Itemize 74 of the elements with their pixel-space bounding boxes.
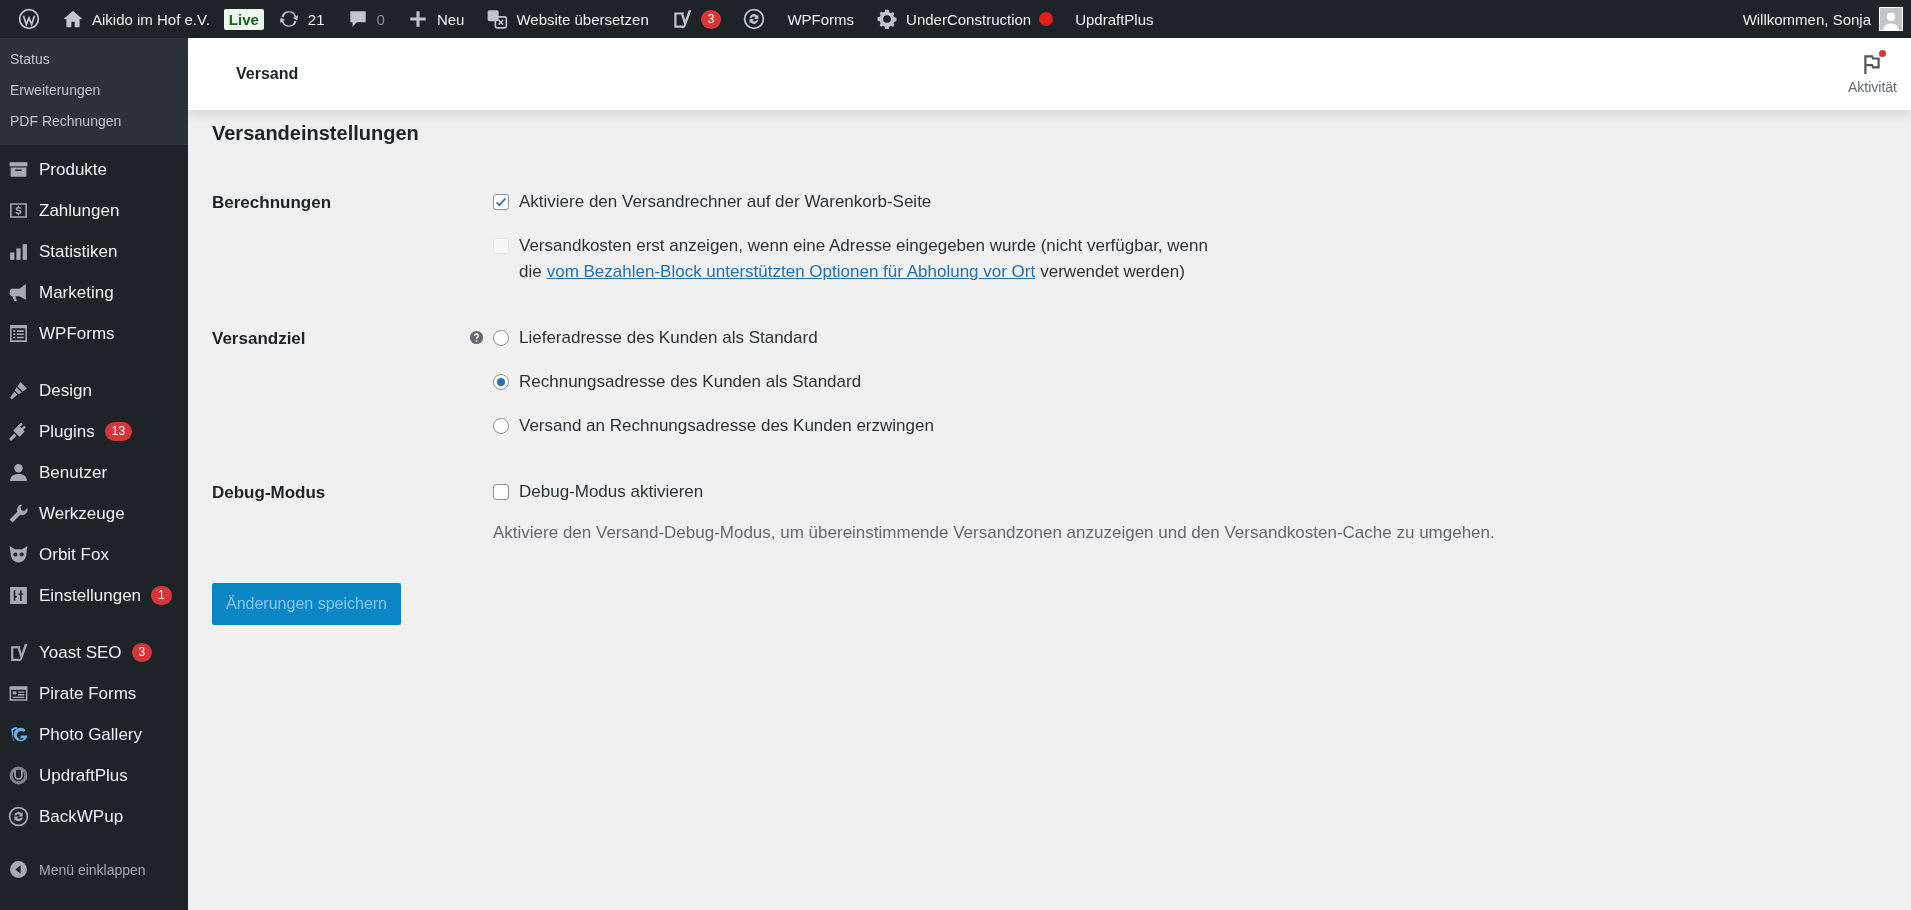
brush-icon	[8, 380, 29, 401]
menu-item[interactable]: WPForms	[0, 313, 188, 354]
count-badge: 3	[700, 9, 722, 29]
menu-item[interactable]: Design	[0, 370, 188, 411]
menu-item[interactable]: Plugins 13	[0, 411, 188, 452]
collapse-menu-button[interactable]: Menü einklappen	[0, 849, 188, 890]
submenu-item[interactable]: Erweiterungen	[0, 75, 188, 106]
menu-item[interactable]: Photo Gallery	[0, 714, 188, 755]
option-label: Rechnungsadresse des Kunden als Standard	[519, 371, 862, 393]
sliders-icon	[8, 585, 29, 606]
menu-item[interactable]: Produkte	[0, 149, 188, 190]
setting-description: Aktiviere den Versand-Debug-Modus, um übereinstimmende Versandzonen anzuzeigen und den Versandkosten-Cache zu umgehen.	[493, 523, 1496, 543]
toolbar-item[interactable]: Website übersetzen	[476, 0, 659, 38]
wrench-icon	[8, 503, 29, 524]
account-menu[interactable]: Willkommen, Sonja	[1732, 0, 1903, 38]
section-heading: Versandeinstellungen	[212, 122, 420, 145]
toolbar-item[interactable]: 0	[336, 0, 395, 38]
page-title: Versand	[236, 65, 299, 83]
radio-button[interactable]	[493, 330, 509, 346]
plug-icon	[8, 421, 29, 442]
toolbar-item[interactable]: UnderConstruction	[866, 0, 1064, 38]
menu-item[interactable]: UpdraftPlus	[0, 755, 188, 796]
menu-item[interactable]: Pirate Forms	[0, 673, 188, 714]
help-icon[interactable]	[469, 330, 484, 345]
menu-item[interactable]: BackWPup	[0, 796, 188, 837]
archive-icon	[8, 159, 29, 180]
toolbar-item[interactable]: UpdraftPlus	[1065, 0, 1164, 38]
count-badge: 1	[151, 586, 172, 605]
toolbar-item[interactable]: Neu	[396, 0, 475, 38]
gear-icon	[876, 8, 899, 30]
live-tag: Live	[223, 8, 264, 30]
megaphone-icon	[8, 282, 29, 303]
avatar-icon	[1879, 7, 1903, 31]
checkbox[interactable]	[493, 194, 509, 210]
toolbar-item[interactable]: WPForms	[777, 0, 865, 38]
count-badge: 3	[131, 643, 153, 662]
dollar-icon	[8, 200, 29, 221]
u-icon	[8, 765, 29, 786]
translate-icon	[486, 8, 509, 30]
submenu-item[interactable]: PDF Rechnungen	[0, 106, 188, 137]
person-icon	[8, 462, 29, 483]
menu-item[interactable]: Einstellungen 1	[0, 575, 188, 616]
menu-item[interactable]: Zahlungen	[0, 190, 188, 231]
home-icon	[62, 8, 84, 30]
submenu-item[interactable]: Status	[0, 44, 188, 75]
toolbar-item[interactable]: Aikido im Hof e.V.	[52, 0, 220, 38]
count-badge: 13	[104, 422, 133, 441]
setting-label: Berechnungen	[212, 192, 333, 214]
radio-button[interactable]	[493, 418, 509, 434]
menu-item[interactable]: Yoast SEO 3	[0, 632, 188, 673]
option-label: Debug-Modus aktivieren	[519, 481, 704, 503]
card-icon	[8, 683, 29, 704]
menu-item[interactable]: Werkzeuge	[0, 493, 188, 534]
option-label: Aktiviere den Versandrechner auf der Warenkorb-Seite	[519, 191, 932, 213]
setting-label: Debug-Modus	[212, 482, 327, 504]
menu-item[interactable]: Orbit Fox	[0, 534, 188, 575]
option-label: Versand an Rechnungsadresse des Kunden erzwingen	[519, 415, 934, 437]
bars-icon	[8, 241, 29, 262]
refresh-icon	[277, 8, 300, 30]
form-icon	[8, 323, 29, 344]
menu-item[interactable]: Marketing	[0, 272, 188, 313]
fox-icon	[8, 544, 29, 565]
menu-item[interactable]: Benutzer	[0, 452, 188, 493]
toolbar-item[interactable]: 3	[660, 0, 732, 38]
option-label: Lieferadresse des Kunden als Standard	[519, 327, 818, 349]
radio-button[interactable]	[493, 374, 509, 390]
toolbar-item[interactable]: 21	[267, 0, 335, 38]
checkbox[interactable]	[493, 484, 509, 500]
option-label: Versandkosten erst anzeigen, wenn eine Adresse eingegeben wurde (nicht verfügbar, wenn die vom Bezahlen-Block unterstützten Optionen für Abholung vor Ort verwendet werden)	[519, 235, 1209, 283]
menu-item[interactable]: Statistiken	[0, 231, 188, 272]
activity-button[interactable]: Aktivität	[1848, 53, 1897, 95]
setting-label: Versandziel	[212, 328, 307, 350]
cycle-icon	[8, 806, 29, 827]
cycle-icon	[743, 8, 766, 30]
